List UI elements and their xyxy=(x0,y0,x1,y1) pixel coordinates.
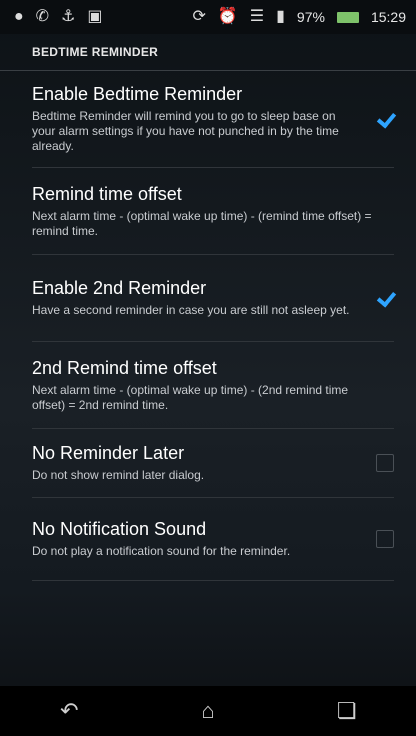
enable-2nd-reminder-checkbox[interactable] xyxy=(376,289,394,307)
signal-icon: ▮ xyxy=(276,8,285,25)
pref-enable-2nd-reminder[interactable]: Enable 2nd Reminder Have a second remind… xyxy=(0,255,416,341)
pref-summary: Have a second reminder in case you are s… xyxy=(32,303,350,317)
divider xyxy=(32,580,394,581)
pref-summary: Do not play a notification sound for the… xyxy=(32,544,291,558)
pref-title: Enable Bedtime Reminder xyxy=(32,84,243,104)
pref-title: Remind time offset xyxy=(32,183,182,204)
whatsapp-icon: ● xyxy=(14,8,24,25)
back-icon[interactable]: ↶ xyxy=(39,698,99,724)
no-notification-sound-checkbox[interactable] xyxy=(376,530,394,548)
pref-summary: Do not show remind later dialog. xyxy=(32,468,205,482)
pref-2nd-remind-time-offset[interactable]: 2nd Remind time offset Next alarm time -… xyxy=(0,342,416,428)
preference-list: Enable Bedtime Reminder Bedtime Reminder… xyxy=(0,71,416,581)
battery-percent: 97% xyxy=(296,9,325,25)
pref-title: Enable 2nd Reminder xyxy=(32,278,207,298)
pref-summary: Bedtime Reminder will remind you to go t… xyxy=(32,109,339,153)
usb-icon: ⚓ xyxy=(61,8,76,25)
enable-bedtime-reminder-checkbox[interactable] xyxy=(376,110,394,128)
pref-title: No Notification Sound xyxy=(32,519,207,539)
status-left-icons: ● ✆ ⚓ ▣ xyxy=(14,9,103,25)
clock: 15:29 xyxy=(370,9,406,25)
recent-apps-icon[interactable]: ❏ xyxy=(317,698,377,724)
pref-no-reminder-later[interactable]: No Reminder Later Do not show remind lat… xyxy=(0,429,416,497)
home-icon[interactable]: ⌂ xyxy=(178,698,238,724)
section-header: BEDTIME REMINDER xyxy=(0,34,416,71)
pref-summary: Next alarm time - (optimal wake up time)… xyxy=(32,208,372,238)
status-bar: ● ✆ ⚓ ▣ ⟳ ⏰ ☰ ▮ 97% 15:29 xyxy=(0,0,416,34)
image-icon: ▣ xyxy=(87,8,103,25)
alarm-icon: ⏰ xyxy=(217,8,238,25)
pref-title: 2nd Remind time offset xyxy=(32,357,217,378)
pref-no-notification-sound[interactable]: No Notification Sound Do not play a noti… xyxy=(0,498,416,580)
battery-icon xyxy=(336,11,359,23)
status-right-icons: ⟳ ⏰ ☰ ▮ 97% 15:29 xyxy=(192,8,406,26)
call-icon: ✆ xyxy=(35,8,50,25)
navigation-bar: ↶ ⌂ ❏ xyxy=(0,686,416,736)
pref-title: No Reminder Later xyxy=(32,443,185,463)
sync-icon: ⟳ xyxy=(192,8,206,25)
pref-enable-bedtime-reminder[interactable]: Enable Bedtime Reminder Bedtime Reminder… xyxy=(0,71,416,167)
pref-remind-time-offset[interactable]: Remind time offset Next alarm time - (op… xyxy=(0,168,416,254)
wifi-icon: ☰ xyxy=(249,8,265,25)
pref-summary: Next alarm time - (optimal wake up time)… xyxy=(32,382,349,412)
app-screen: ● ✆ ⚓ ▣ ⟳ ⏰ ☰ ▮ 97% 15:29 BEDTIME REMIND… xyxy=(0,0,416,736)
no-reminder-later-checkbox[interactable] xyxy=(376,454,394,472)
